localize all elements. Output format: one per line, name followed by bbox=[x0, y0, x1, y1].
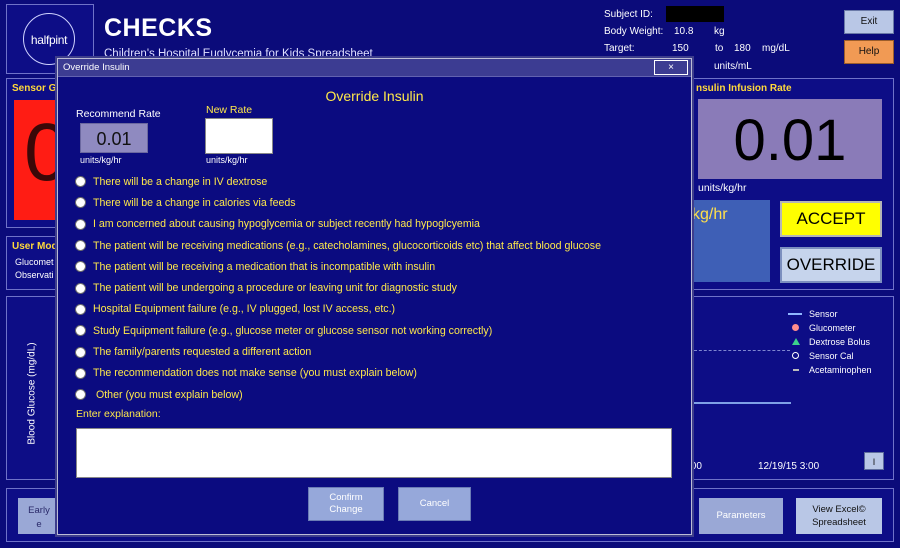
reason-option[interactable]: The patient will be receiving medication… bbox=[75, 235, 675, 256]
info-button[interactable]: I bbox=[864, 452, 884, 470]
new-rate-label: New Rate bbox=[206, 104, 253, 116]
radio-button[interactable] bbox=[75, 282, 86, 294]
recommend-rate-unit: units/kg/hr bbox=[80, 155, 122, 165]
radio-button[interactable] bbox=[75, 197, 86, 209]
parameters-button[interactable]: Parameters bbox=[699, 498, 783, 534]
override-reason-list: There will be a change in IV dextrose Th… bbox=[75, 171, 675, 405]
body-weight-value: 10.8 bbox=[674, 26, 694, 37]
new-rate-input[interactable] bbox=[205, 118, 273, 154]
target-range-line bbox=[694, 350, 790, 351]
explanation-label: Enter explanation: bbox=[76, 408, 161, 420]
radio-button[interactable] bbox=[75, 325, 86, 337]
reason-option[interactable]: The patient will be undergoing a procedu… bbox=[75, 277, 675, 298]
subject-id-label: Subject ID: bbox=[604, 9, 653, 20]
circle-icon bbox=[792, 352, 799, 359]
legend-item-glucometer: Glucometer bbox=[788, 321, 872, 335]
user-mode-item: Observati bbox=[15, 270, 54, 280]
reason-option-other[interactable]: Other (you must explain below) bbox=[75, 384, 675, 405]
legend-item-sensor: Sensor bbox=[788, 307, 872, 321]
view-excel-button[interactable]: View Excel© Spreadsheet bbox=[796, 498, 882, 534]
user-mode-items: Glucomet Observati bbox=[15, 256, 54, 282]
sensor-glucose-label: Sensor Gl bbox=[12, 83, 60, 94]
reason-option[interactable]: Hospital Equipment failure (e.g., IV plu… bbox=[75, 299, 675, 320]
radio-button[interactable] bbox=[75, 346, 86, 358]
rate-kghr-box: kg/hr bbox=[690, 200, 770, 282]
override-insulin-dialog: Override Insulin × Override Insulin Reco… bbox=[57, 58, 692, 535]
recommend-rate-value: 0.01 bbox=[80, 123, 148, 153]
legend-item-acetaminophen: Acetaminophen bbox=[788, 363, 872, 377]
close-icon[interactable]: × bbox=[654, 60, 688, 75]
target-label: Target: bbox=[604, 43, 635, 54]
radio-button[interactable] bbox=[75, 367, 86, 379]
legend-item-dextrose-bolus: Dextrose Bolus bbox=[788, 335, 872, 349]
subject-id-field[interactable] bbox=[666, 6, 724, 22]
reason-option[interactable]: The family/parents requested a different… bbox=[75, 341, 675, 362]
body-weight-label: Body Weight: bbox=[604, 26, 664, 37]
target-low: 150 bbox=[672, 43, 689, 54]
target-unit: mg/dL bbox=[762, 43, 790, 54]
legend-item-sensor-cal: Sensor Cal bbox=[788, 349, 872, 363]
radio-button[interactable] bbox=[75, 389, 86, 401]
reason-option[interactable]: The recommendation does not make sense (… bbox=[75, 363, 675, 384]
reason-option[interactable]: There will be a change in calories via f… bbox=[75, 192, 675, 213]
dialog-heading: Override Insulin bbox=[325, 88, 424, 104]
x-tick-label: 12/19/15 3:00 bbox=[758, 461, 820, 472]
dialog-titlebar[interactable]: Override Insulin × bbox=[58, 59, 691, 77]
reason-option[interactable]: Study Equipment failure (e.g., glucose m… bbox=[75, 320, 675, 341]
rate-kghr-text: kg/hr bbox=[692, 206, 728, 223]
insulin-rate-unit: units/kg/hr bbox=[698, 182, 747, 194]
reason-option[interactable]: I am concerned about causing hypoglycemi… bbox=[75, 214, 675, 235]
body-weight-unit: kg bbox=[714, 26, 725, 37]
sensor-series-line bbox=[694, 402, 791, 404]
line-icon bbox=[788, 313, 802, 315]
override-button[interactable]: OVERRIDE bbox=[780, 247, 882, 283]
recommend-rate-label: Recommend Rate bbox=[76, 108, 161, 120]
app-title: CHECKS bbox=[104, 14, 213, 42]
radio-button[interactable] bbox=[75, 218, 86, 230]
exit-button[interactable]: Exit bbox=[844, 10, 894, 34]
radio-button[interactable] bbox=[75, 176, 86, 188]
user-mode-label: User Mod bbox=[12, 241, 58, 252]
help-button[interactable]: Help bbox=[844, 40, 894, 64]
reason-option[interactable]: The patient will be receiving a medicati… bbox=[75, 256, 675, 277]
explanation-textarea[interactable] bbox=[76, 428, 672, 478]
insulin-rate-label: nsulin Infusion Rate bbox=[696, 83, 792, 94]
radio-button[interactable] bbox=[75, 261, 86, 273]
insulin-rate-value: 0.01 bbox=[698, 99, 882, 179]
confirm-change-button[interactable]: Confirm Change bbox=[308, 487, 384, 521]
radio-button[interactable] bbox=[75, 303, 86, 315]
chart-legend: Sensor Glucometer Dextrose Bolus Sensor … bbox=[788, 307, 872, 377]
target-high: 180 bbox=[734, 43, 751, 54]
reason-option[interactable]: There will be a change in IV dextrose bbox=[75, 171, 675, 192]
cancel-button[interactable]: Cancel bbox=[398, 487, 471, 521]
dot-icon bbox=[792, 324, 799, 331]
radio-button[interactable] bbox=[75, 240, 86, 252]
dash-icon bbox=[793, 369, 799, 371]
new-rate-unit: units/kg/hr bbox=[206, 155, 248, 165]
user-mode-item: Glucomet bbox=[15, 257, 54, 267]
sensor-glucose-display: 0 bbox=[14, 100, 70, 220]
target-to: to bbox=[715, 43, 724, 54]
accept-button[interactable]: ACCEPT bbox=[780, 201, 882, 237]
y-axis-label: Blood Glucose (mg/dL) bbox=[26, 342, 38, 445]
triangle-icon bbox=[792, 338, 800, 345]
early-button[interactable]: Early e bbox=[18, 498, 60, 534]
dialog-window-title: Override Insulin bbox=[63, 62, 130, 73]
concentration-unit: units/mL bbox=[714, 61, 752, 72]
